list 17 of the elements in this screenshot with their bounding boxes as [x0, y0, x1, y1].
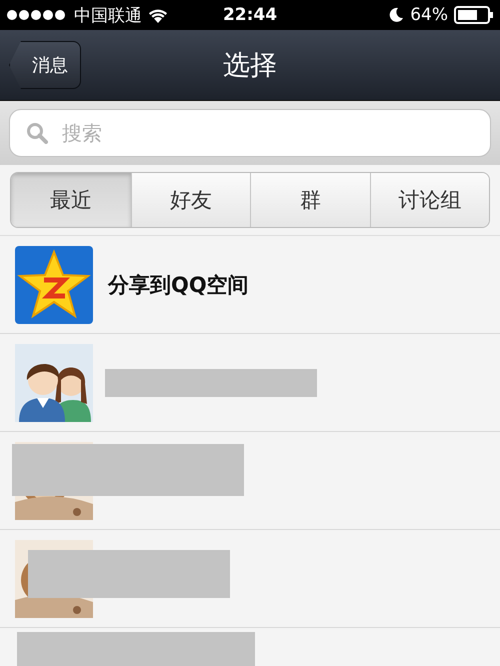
search-field[interactable]: 搜索 — [9, 109, 491, 157]
tab[interactable]: 讨论组 — [370, 173, 489, 227]
wifi-icon — [148, 8, 168, 22]
back-button[interactable]: 消息 — [9, 41, 81, 89]
tab[interactable]: 群 — [250, 173, 370, 227]
moon-icon — [388, 7, 404, 23]
people-avatar-icon — [15, 344, 93, 422]
carrier-name: 中国联通 — [74, 4, 142, 26]
star-app-icon — [15, 246, 93, 324]
signal-icon — [6, 9, 68, 21]
battery-percent: 64% — [410, 5, 448, 25]
status-time: 22:44 — [222, 5, 278, 25]
battery-icon — [454, 6, 494, 24]
tab[interactable]: 好友 — [130, 173, 250, 227]
tab[interactable]: 最近 — [11, 173, 130, 227]
share-label: 分享到QQ空间 — [108, 272, 249, 298]
screen-title: 选择 — [223, 49, 277, 83]
